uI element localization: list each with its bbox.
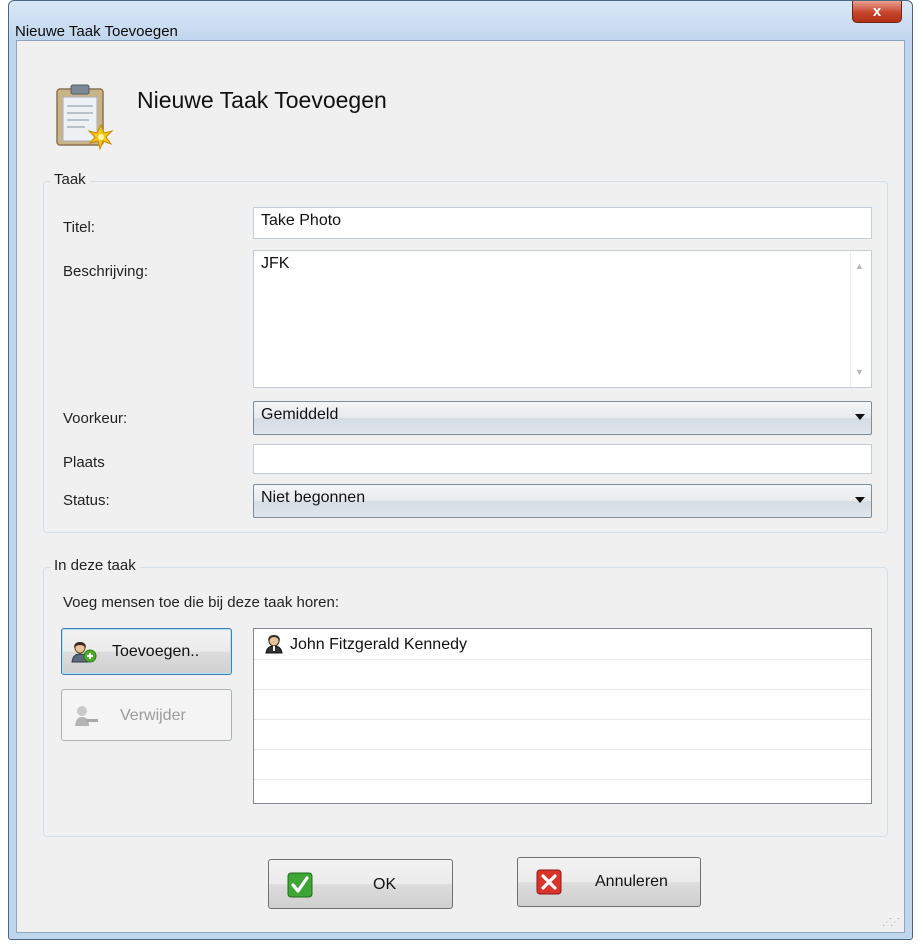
checkmark-icon xyxy=(287,872,313,903)
people-group-label: In deze taak xyxy=(50,557,140,574)
preference-dropdown[interactable]: Gemiddeld xyxy=(253,401,872,435)
description-scrollbar[interactable]: ▲ ▼ xyxy=(850,251,871,387)
close-button[interactable]: x xyxy=(852,1,902,23)
status-label: Status: xyxy=(63,492,110,509)
list-item-empty xyxy=(254,689,871,720)
title-label: Titel: xyxy=(63,219,95,236)
people-groupbox: In deze taak Voeg mensen toe die bij dez… xyxy=(43,557,888,837)
list-item[interactable]: John Fitzgerald Kennedy xyxy=(254,629,871,660)
people-instruction: Voeg mensen toe die bij deze taak horen: xyxy=(63,594,340,611)
add-person-label: Toevoegen.. xyxy=(112,643,200,660)
status-value: Niet begonnen xyxy=(261,489,366,506)
preference-label: Voorkeur: xyxy=(63,410,128,427)
list-item-empty xyxy=(254,659,871,690)
chevron-down-icon xyxy=(855,414,865,420)
add-person-icon xyxy=(71,641,97,668)
chevron-down-icon xyxy=(855,497,865,503)
cross-icon xyxy=(536,869,562,900)
description-label: Beschrijving: xyxy=(63,263,149,280)
description-text: JFK xyxy=(261,255,290,272)
scroll-down-icon[interactable]: ▼ xyxy=(855,367,864,377)
place-input[interactable] xyxy=(253,444,872,474)
remove-person-label: Verwijder xyxy=(120,707,186,724)
add-person-button[interactable]: Toevoegen.. xyxy=(61,628,232,675)
list-item-empty xyxy=(254,749,871,780)
person-name: John Fitzgerald Kennedy xyxy=(290,636,467,653)
task-groupbox: Taak Titel: Take Photo Beschrijving: JFK… xyxy=(43,171,888,533)
place-label: Plaats xyxy=(63,454,105,471)
person-icon xyxy=(264,634,286,659)
close-icon: x xyxy=(872,3,882,20)
dialog-body: Nieuwe Taak Toevoegen Taak Titel: Take P… xyxy=(16,40,905,933)
scroll-up-icon[interactable]: ▲ xyxy=(855,261,864,271)
status-dropdown[interactable]: Niet begonnen xyxy=(253,484,872,518)
remove-person-button[interactable]: Verwijder xyxy=(61,689,232,741)
cancel-button[interactable]: Annuleren xyxy=(517,857,701,907)
title-input[interactable]: Take Photo xyxy=(253,207,872,239)
people-list[interactable]: John Fitzgerald Kennedy xyxy=(253,628,872,804)
list-item-empty xyxy=(254,779,871,803)
description-textarea[interactable]: JFK ▲ ▼ xyxy=(253,250,872,388)
resize-grip-icon[interactable]: ⋰⋰ xyxy=(882,917,900,928)
title-bar[interactable]: Nieuwe Taak Toevoegen x xyxy=(9,1,912,40)
dialog-heading: Nieuwe Taak Toevoegen xyxy=(137,87,387,113)
window-title: Nieuwe Taak Toevoegen xyxy=(15,23,178,40)
ok-label: OK xyxy=(373,876,397,893)
preference-value: Gemiddeld xyxy=(261,406,339,423)
clipboard-star-icon xyxy=(51,81,117,153)
ok-button[interactable]: OK xyxy=(268,859,453,909)
task-group-label: Taak xyxy=(50,171,90,188)
remove-person-icon xyxy=(74,705,100,732)
list-item-empty xyxy=(254,719,871,750)
dialog-window: Nieuwe Taak Toevoegen x Nieuwe Taak Toev… xyxy=(8,0,913,940)
cancel-label: Annuleren xyxy=(595,873,668,890)
